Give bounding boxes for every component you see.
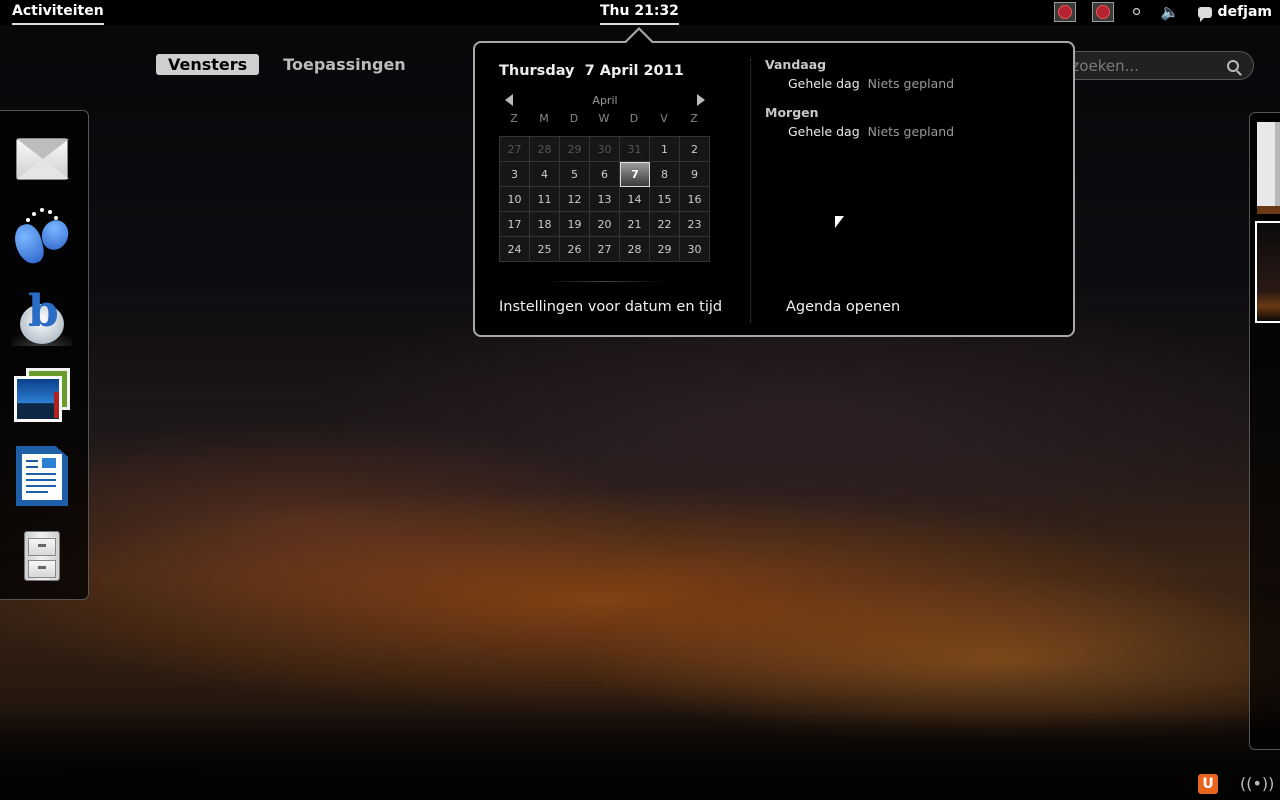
calendar-day[interactable]: 29 xyxy=(650,237,680,262)
calendar-day[interactable]: 31 xyxy=(620,137,650,162)
calendar-date-heading: Thursday 7 April 2011 xyxy=(499,63,684,79)
calendar-day[interactable]: 4 xyxy=(530,162,560,187)
user-name: defjam xyxy=(1217,4,1272,20)
events-heading-today: Vandaag xyxy=(765,57,827,72)
activities-button[interactable]: Activiteiten xyxy=(12,3,104,25)
calendar-separator xyxy=(545,281,665,282)
volume-icon[interactable]: 🔈 xyxy=(1161,3,1180,21)
date-time-settings-link[interactable]: Instellingen voor datum en tijd xyxy=(499,299,722,315)
calendar-day[interactable]: 30 xyxy=(590,137,620,162)
open-agenda-link[interactable]: Agenda openen xyxy=(786,299,900,315)
view-selector: Vensters Toepassingen xyxy=(156,54,418,75)
photo-viewer-icon[interactable] xyxy=(12,366,72,426)
calendar-day[interactable]: 10 xyxy=(500,187,530,212)
weekday-label: W xyxy=(598,112,610,125)
search-icon xyxy=(1227,59,1239,72)
event-row: Gehele dag Niets gepland xyxy=(788,124,954,139)
calendar-day[interactable]: 8 xyxy=(650,162,680,187)
calendar-day[interactable]: 20 xyxy=(590,212,620,237)
weekday-label: V xyxy=(660,112,668,125)
event-time: Gehele dag xyxy=(788,76,860,91)
top-panel: Activiteiten Thu 21:32 ⚪ 🔈 defjam xyxy=(0,0,1280,25)
events-list: Vandaag Gehele dag Niets gepland Morgen … xyxy=(765,57,954,153)
calendar-day[interactable]: 18 xyxy=(530,212,560,237)
workspace-thumbnail-2[interactable] xyxy=(1255,221,1280,323)
user-menu[interactable]: defjam xyxy=(1197,4,1272,22)
file-cabinet-icon[interactable] xyxy=(12,526,72,586)
calendar-day[interactable]: 16 xyxy=(680,187,710,212)
events-heading-tomorrow: Morgen xyxy=(765,105,819,120)
chat-bubble-icon xyxy=(1197,6,1212,22)
calendar-day[interactable]: 14 xyxy=(620,187,650,212)
calendar-day[interactable]: 11 xyxy=(530,187,560,212)
clock-button[interactable]: Thu 21:32 xyxy=(600,3,679,25)
calendar-day[interactable]: 13 xyxy=(590,187,620,212)
calendar-month-label: April xyxy=(592,94,618,107)
calendar-day[interactable]: 29 xyxy=(560,137,590,162)
weekday-label: Z xyxy=(690,112,698,125)
event-row: Gehele dag Niets gepland xyxy=(788,76,954,91)
calendar-day[interactable]: 17 xyxy=(500,212,530,237)
popup-pointer-inner xyxy=(626,30,652,43)
tray-app-icon-1[interactable] xyxy=(1054,2,1077,22)
previous-month-icon[interactable] xyxy=(505,94,513,106)
weekday-label: D xyxy=(569,112,579,125)
libreoffice-writer-icon[interactable] xyxy=(12,446,72,506)
calendar-day[interactable]: 2 xyxy=(680,137,710,162)
tray-app-icon-2[interactable] xyxy=(1092,2,1115,22)
calendar-day[interactable]: 5 xyxy=(560,162,590,187)
calendar-day[interactable]: 15 xyxy=(650,187,680,212)
calendar-day[interactable]: 19 xyxy=(560,212,590,237)
calendar-day[interactable]: 27 xyxy=(590,237,620,262)
popup-divider xyxy=(750,59,751,323)
record-icon xyxy=(1059,6,1072,18)
event-text: Niets gepland xyxy=(867,124,955,139)
event-text: Niets gepland xyxy=(867,76,955,91)
calendar-day[interactable]: 26 xyxy=(560,237,590,262)
wallpaper-silhouette xyxy=(0,710,1280,800)
calendar-popup: Thursday 7 April 2011 April Z M D W D V … xyxy=(473,41,1075,337)
wireless-network-icon[interactable]: ((•)) xyxy=(1240,774,1274,793)
event-time: Gehele dag xyxy=(788,124,860,139)
tab-windows[interactable]: Vensters xyxy=(156,54,260,75)
calendar-day[interactable]: 3 xyxy=(500,162,530,187)
calendar-day[interactable]: 28 xyxy=(530,137,560,162)
calendar-month-header: April xyxy=(499,93,711,109)
next-month-icon[interactable] xyxy=(697,94,705,106)
calendar-day[interactable]: 27 xyxy=(500,137,530,162)
calendar-grid: 27 28 29 30 31 1 2 3 4 5 6 7 8 9 10 11 12 13 14 15 16 17 18 19 2… xyxy=(499,136,710,262)
mouse-cursor-icon xyxy=(835,216,844,228)
calendar-day[interactable]: 1 xyxy=(650,137,680,162)
record-icon xyxy=(1097,6,1110,18)
system-tray: ⚪ 🔈 defjam xyxy=(1054,2,1272,22)
calendar-day[interactable]: 28 xyxy=(620,237,650,262)
calendar-day[interactable]: 24 xyxy=(500,237,530,262)
calendar-weekdays: Z M D W D V Z xyxy=(499,112,709,125)
calendar-day[interactable]: 30 xyxy=(680,237,710,262)
banshee-music-icon[interactable]: b xyxy=(12,286,72,346)
calendar-day[interactable]: 6 xyxy=(590,162,620,187)
calendar-day[interactable]: 12 xyxy=(560,187,590,212)
dash: b xyxy=(0,110,89,600)
mail-client-icon[interactable] xyxy=(12,126,72,186)
calendar-day[interactable]: 9 xyxy=(680,162,710,187)
calendar-day[interactable]: 22 xyxy=(650,212,680,237)
workspace-thumbnail-1[interactable] xyxy=(1257,122,1280,214)
tab-applications[interactable]: Toepassingen xyxy=(271,54,418,75)
calendar-day[interactable]: 21 xyxy=(620,212,650,237)
weekday-label: Z xyxy=(510,112,518,125)
weekday-label: D xyxy=(629,112,639,125)
empathy-chat-icon[interactable] xyxy=(11,206,73,267)
calendar-day[interactable]: 25 xyxy=(530,237,560,262)
calendar-day[interactable]: 23 xyxy=(680,212,710,237)
calendar-day-today[interactable]: 7 xyxy=(620,162,650,187)
ubuntu-one-icon[interactable]: U xyxy=(1198,774,1218,794)
weekday-label: M xyxy=(539,112,549,125)
accessibility-icon[interactable]: ⚪ xyxy=(1130,3,1143,21)
